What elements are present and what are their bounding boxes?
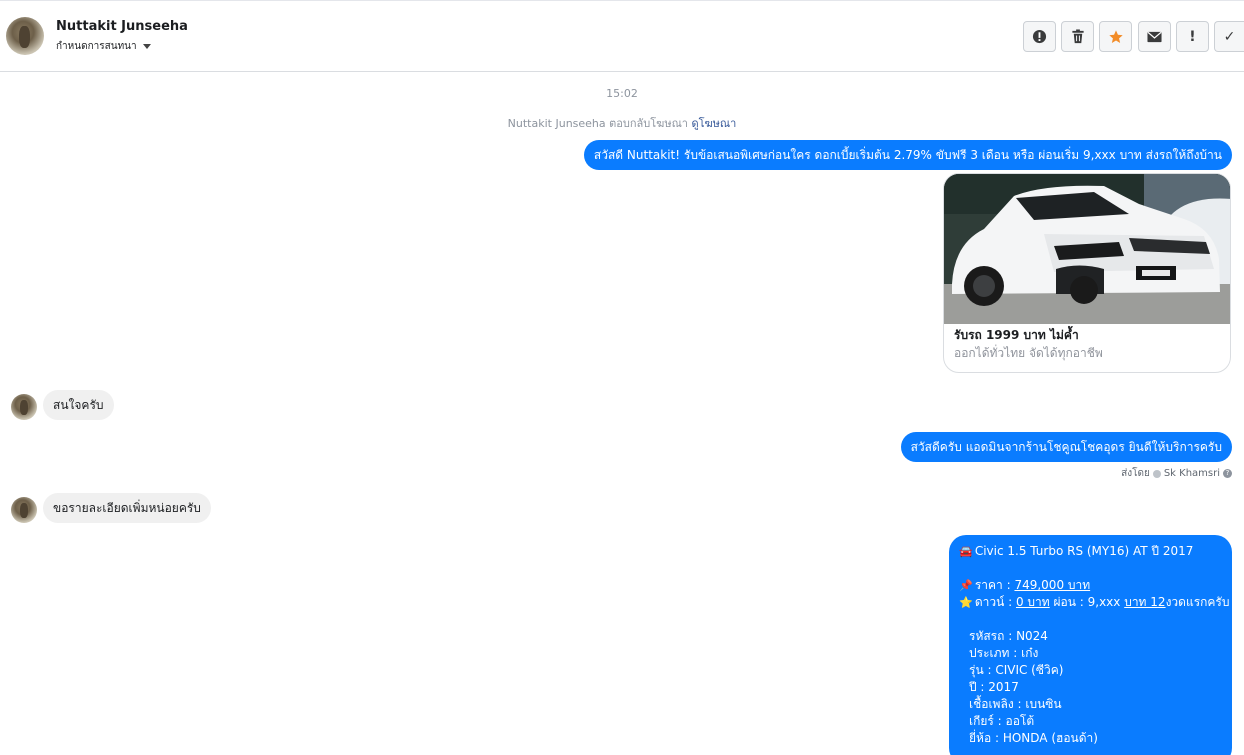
price-label: ราคา : (974, 578, 1015, 592)
ad-reply-text: Nuttakit Junseeha ตอบกลับโฆษณา (507, 117, 688, 130)
view-ad-link[interactable]: ดูโฆษณา (691, 117, 736, 130)
spec-line: ยี่ห้อ : HONDA (ฮอนด้า) (969, 731, 1098, 745)
spec-line: เชื้อเพลิง : เบนซิน (969, 697, 1062, 711)
pin-icon: 📌 (959, 579, 973, 592)
mark-unread-button[interactable] (1138, 21, 1171, 52)
check-icon: ✓ (1223, 28, 1236, 45)
conversation-label-dropdown[interactable]: กำหนดการสนทนา (56, 39, 151, 54)
page-badge-icon (1152, 469, 1161, 478)
ad-card-subtitle: ออกได้ทั่วไทย จัดได้ทุกอาชีพ (954, 346, 1103, 360)
ad-card-title: รับรถ 1999 บาท ไม่ค้ำ (954, 328, 1079, 342)
installment-suffix: งวดแรกครับ (1165, 595, 1230, 609)
contact-avatar-small[interactable] (11, 394, 37, 420)
spec-line: เกียร์ : ออโต้ (969, 714, 1035, 728)
star-icon (1108, 29, 1123, 43)
conversation-header: Nuttakit Junseeha กำหนดการสนทนา ! ✓ (0, 0, 1244, 72)
ad-card[interactable]: รับรถ 1999 บาท ไม่ค้ำ ออกได้ทั่วไทย จัดไ… (943, 173, 1231, 373)
detail-title: Civic 1.5 Turbo RS (MY16) AT ปี 2017 (974, 544, 1194, 558)
incoming-message: สนใจครับ (43, 390, 114, 420)
spec-line: รหัสรถ : N024 (969, 629, 1048, 643)
delete-button[interactable] (1061, 21, 1094, 52)
caret-down-icon (142, 44, 151, 49)
outgoing-message: สวัสดี Nuttakit! รับข้อเสนอพิเศษก่อนใคร … (583, 140, 1232, 170)
message-timestamp: 15:02 (606, 87, 638, 100)
price-row: 📌 ราคา : 749,000 บาท (959, 577, 1222, 594)
help-icon[interactable]: ? (1223, 469, 1232, 478)
car-detail-message: 🚘 Civic 1.5 Turbo RS (MY16) AT ปี 2017 📌… (949, 535, 1232, 755)
incoming-message: ขอรายละเอียดเพิ่มหน่อยครับ (43, 493, 211, 523)
contact-avatar-small[interactable] (11, 497, 37, 523)
contact-name[interactable]: Nuttakit Junseeha (56, 19, 188, 34)
star-button[interactable] (1099, 21, 1132, 52)
sent-by-label: ส่งโดย Sk Khamsri ? (1121, 466, 1232, 481)
detail-title-row: 🚘 Civic 1.5 Turbo RS (MY16) AT ปี 2017 (959, 543, 1222, 560)
alert-circle-icon (1032, 29, 1047, 44)
price-value: 749,000 บาท (1014, 578, 1091, 592)
conversation-label-text: กำหนดการสนทนา (56, 41, 137, 52)
installment-unit: บาท 12 (1124, 595, 1166, 609)
spec-line: รุ่น : CIVIC (ซีวิค) (969, 663, 1064, 677)
exclamation-icon: ! (1189, 28, 1196, 45)
car-photo (944, 174, 1230, 324)
mark-spam-button[interactable] (1023, 21, 1056, 52)
star-emoji-icon: ⭐ (959, 596, 973, 609)
car-icon: 🚘 (959, 545, 973, 558)
ad-reply-notice: Nuttakit Junseeha ตอบกลับโฆษณา ดูโฆษณา (0, 114, 1244, 132)
sent-by-name[interactable]: Sk Khamsri (1164, 468, 1220, 479)
spec-line: ปี : 2017 (969, 680, 1019, 694)
ad-car-image[interactable] (944, 174, 1230, 324)
down-value: 0 บาท (1015, 595, 1050, 609)
contact-avatar[interactable] (6, 17, 44, 55)
down-payment-row: ⭐ ดาวน์ : 0 บาท ผ่อน : 9,xxx บาท 12งวดแร… (959, 594, 1230, 611)
mark-done-button[interactable]: ✓ (1214, 21, 1244, 52)
installment-label: ผ่อน : 9,xxx (1049, 595, 1125, 609)
down-label: ดาวน์ : (974, 595, 1016, 609)
outgoing-message: สวัสดีครับ แอดมินจากร้านโชคูณโชคอุดร ยิน… (900, 432, 1232, 462)
trash-icon (1071, 29, 1084, 44)
spec-line: ประเภท : เก๋ง (969, 646, 1039, 660)
envelope-icon (1147, 31, 1162, 42)
sent-by-prefix: ส่งโดย (1121, 468, 1150, 479)
follow-up-button[interactable]: ! (1176, 21, 1209, 52)
